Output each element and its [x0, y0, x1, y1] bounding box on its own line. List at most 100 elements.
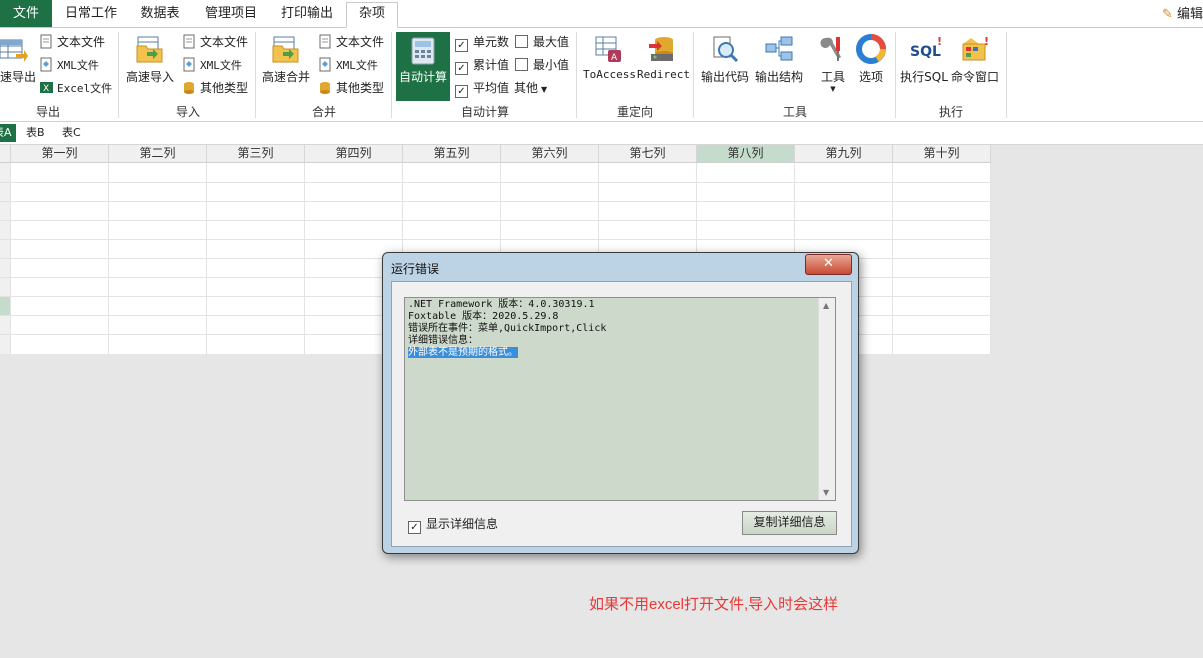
group-label-autocalc: 自动计算	[460, 105, 509, 119]
tab-file[interactable]: 文件	[0, 0, 52, 27]
output-structure-button[interactable]: 输出结构	[753, 34, 805, 85]
merge-other-types-label: 其他类型	[336, 81, 385, 95]
redirect-button[interactable]: Redirect	[637, 34, 690, 81]
ribbon-separator	[255, 32, 256, 118]
checkbox-sum[interactable]: ✓	[455, 62, 468, 75]
column-header[interactable]: 第四列	[305, 145, 403, 163]
copy-details-button[interactable]: 复制详细信息	[742, 511, 837, 535]
command-window-label: 命令窗口	[950, 70, 999, 84]
export-excel-file[interactable]: X Excel文件	[39, 78, 112, 98]
sheet-tab-b[interactable]: 表B	[26, 124, 45, 142]
check-min[interactable]: 最小值	[515, 55, 569, 75]
import-text-file[interactable]: 文本文件	[182, 32, 248, 52]
text-file-icon	[182, 34, 197, 49]
column-header[interactable]: 第二列	[109, 145, 207, 163]
fast-merge-label: 高速合并	[261, 70, 310, 84]
check-min-label: 最小值	[533, 58, 570, 72]
group-label-import: 导入	[175, 105, 200, 119]
group-label-export: 导出	[35, 105, 60, 119]
fast-import-button[interactable]: 高速导入	[124, 34, 176, 85]
fast-export-button[interactable]: 速导出	[0, 34, 36, 85]
export-xml-file-label: XML文件	[57, 59, 99, 72]
sheet-tab-c[interactable]: 表C	[62, 124, 81, 142]
ribbon: 速导出 文本文件 XML文件 X Excel文件 导出 高速导入 文本文件 XML…	[0, 28, 1203, 122]
tab-daily-work[interactable]: 日常工作	[58, 3, 124, 26]
column-header[interactable]: 第三列	[207, 145, 305, 163]
vertical-scrollbar[interactable]: ▲ ▼	[818, 298, 835, 500]
other-dropdown[interactable]: 其他 ▼	[514, 78, 547, 98]
tab-misc[interactable]: 杂项	[346, 2, 398, 28]
error-line-message: 外部表不是预期的格式。	[408, 347, 518, 358]
calculator-icon	[409, 37, 437, 65]
output-code-button[interactable]: 输出代码	[699, 34, 751, 85]
scroll-down-icon[interactable]: ▼	[823, 488, 829, 497]
check-count[interactable]: ✓ 单元数	[455, 32, 509, 52]
grid-row-line	[0, 201, 991, 202]
check-max[interactable]: 最大值	[515, 32, 569, 52]
close-button[interactable]: ✕	[805, 254, 852, 275]
check-average[interactable]: ✓ 平均值	[455, 78, 509, 98]
svg-text:A: A	[611, 53, 618, 63]
database-icon	[318, 80, 333, 95]
ribbon-separator	[118, 32, 119, 118]
scroll-up-icon[interactable]: ▲	[823, 301, 829, 310]
merge-text-file[interactable]: 文本文件	[318, 32, 384, 52]
fast-merge-button[interactable]: 高速合并	[260, 34, 312, 85]
ribbon-separator	[693, 32, 694, 118]
edit-link[interactable]: ✎ 编辑	[1162, 3, 1203, 22]
import-xml-file[interactable]: XML文件	[182, 55, 242, 75]
dialog-body: .NET Framework 版本：4.0.30319.1 Foxtable 版本…	[391, 281, 852, 547]
wrench-screwdriver-icon	[818, 34, 848, 64]
ribbon-separator	[895, 32, 896, 118]
tab-data-table[interactable]: 数据表	[130, 3, 190, 26]
close-icon: ✕	[823, 256, 834, 271]
other-dropdown-label: 其他	[514, 81, 539, 95]
export-xml-file[interactable]: XML文件	[39, 55, 99, 75]
xml-file-icon	[182, 57, 197, 72]
show-detail-checkbox-row[interactable]: ✓ 显示详细信息	[408, 515, 498, 534]
checkbox-average[interactable]: ✓	[455, 85, 468, 98]
grid-col-line	[990, 163, 991, 354]
group-label-redirect: 重定向	[616, 105, 653, 119]
chevron-down-icon: ▼	[541, 85, 548, 94]
edit-link-label: 编辑	[1176, 7, 1203, 22]
column-header[interactable]: 第六列	[501, 145, 599, 163]
check-average-label: 平均值	[473, 81, 510, 95]
chevron-down-icon: ▼	[830, 85, 836, 93]
checkbox-count[interactable]: ✓	[455, 39, 468, 52]
error-detail-textbox[interactable]: .NET Framework 版本：4.0.30319.1 Foxtable 版本…	[404, 297, 836, 501]
column-header[interactable]: 第十列	[893, 145, 991, 163]
tab-print-output[interactable]: 打印输出	[272, 3, 342, 26]
column-header[interactable]: 第一列	[11, 145, 109, 163]
sheet-tab-a[interactable]: 表A	[0, 124, 16, 142]
column-header[interactable]: 第九列	[795, 145, 893, 163]
to-access-button[interactable]: A ToAccess	[583, 34, 636, 81]
checkbox-max[interactable]	[515, 35, 528, 48]
checkbox-min[interactable]	[515, 58, 528, 71]
auto-calc-button[interactable]: 自动计算	[396, 32, 450, 101]
import-other-types-label: 其他类型	[200, 81, 249, 95]
database-icon	[182, 80, 197, 95]
show-detail-checkbox[interactable]: ✓	[408, 521, 421, 534]
tools-dropdown-button[interactable]: 工具 ▼	[816, 34, 850, 93]
column-header-selected[interactable]: 第八列	[697, 145, 795, 163]
options-button[interactable]: 选项	[852, 34, 890, 85]
text-file-icon	[318, 34, 333, 49]
ribbon-tab-bar: 文件 日常工作 数据表 管理项目 打印输出 杂项 ✎ 编辑	[0, 0, 1203, 28]
command-window-button[interactable]: ! 命令窗口	[950, 34, 1000, 85]
merge-other-types[interactable]: 其他类型	[318, 78, 384, 98]
merge-xml-file[interactable]: XML文件	[318, 55, 378, 75]
exec-sql-button[interactable]: SQL! 执行SQL	[900, 34, 948, 85]
error-text: .NET Framework 版本：4.0.30319.1 Foxtable 版本…	[408, 299, 812, 359]
import-other-types[interactable]: 其他类型	[182, 78, 248, 98]
column-header[interactable]: 第七列	[599, 145, 697, 163]
export-text-file[interactable]: 文本文件	[39, 32, 105, 52]
structure-tree-icon	[764, 34, 794, 64]
tab-manage-project[interactable]: 管理项目	[196, 3, 266, 26]
column-header[interactable]: 第五列	[403, 145, 501, 163]
check-sum[interactable]: ✓ 累计值	[455, 55, 509, 75]
group-label-tools: 工具	[782, 105, 807, 119]
folder-merge-icon	[271, 34, 301, 64]
ribbon-separator	[576, 32, 577, 118]
table-export-icon	[0, 34, 28, 64]
